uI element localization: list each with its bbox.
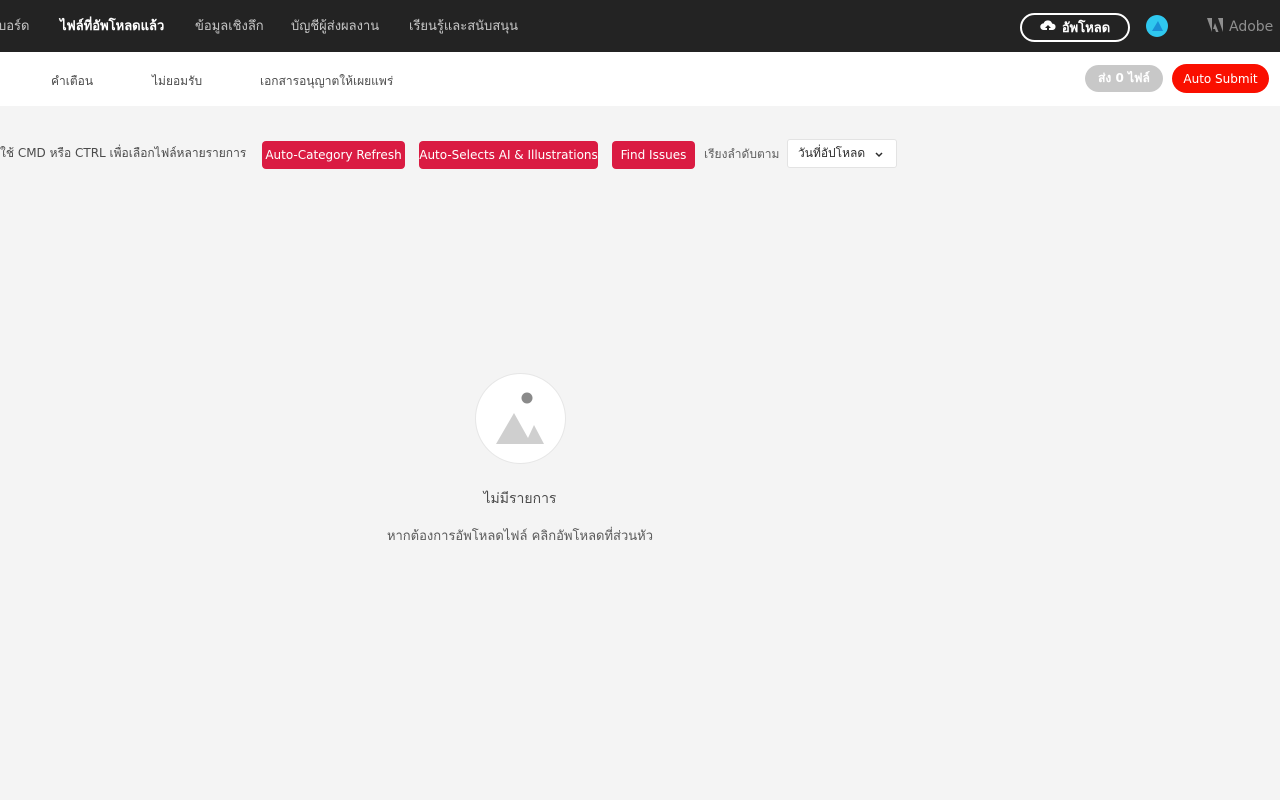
multi-select-hint: ใช้ CMD หรือ CTRL เพื่อเลือกไฟล์หลายรายก… — [0, 146, 247, 160]
nav-item-learn-support[interactable]: เรียนรู้และสนับสนุน — [409, 18, 518, 36]
adobe-logo[interactable]: Adobe — [1207, 18, 1273, 36]
tab-warnings[interactable]: คำเตือน — [51, 73, 93, 89]
empty-state-title: ไม่มีรายการ — [483, 491, 557, 507]
upload-label: อัพโหลด — [1061, 21, 1111, 36]
upload-button[interactable]: อัพโหลด — [1020, 13, 1130, 42]
nav-item-contributor-account[interactable]: บัญชีผู้ส่งผลงาน — [291, 18, 379, 36]
auto-submit-button[interactable]: Auto Submit — [1172, 64, 1269, 93]
nav-item-insights[interactable]: ข้อมูลเชิงลึก — [195, 18, 264, 36]
nav-item-boards[interactable]: บอร์ด — [0, 18, 29, 36]
auto-selects-button[interactable]: Auto-Selects AI & Illustrations — [419, 141, 598, 169]
send-files-button[interactable]: ส่ง 0 ไฟล์ — [1085, 65, 1163, 92]
sub-navigation: คำเตือน ไม่ยอมรับ เอกสารอนุญาตให้เผยแพร่… — [0, 52, 1280, 106]
avatar[interactable] — [1146, 15, 1168, 37]
sort-label: เรียงลำดับตาม — [704, 147, 780, 161]
chevron-down-icon — [875, 147, 883, 161]
sort-value: วันที่อัปโหลด — [798, 146, 866, 160]
tab-rejected[interactable]: ไม่ยอมรับ — [152, 73, 202, 89]
top-navigation: บอร์ด ไฟล์ที่อัพโหลดแล้ว ข้อมูลเชิงลึก บ… — [0, 0, 1280, 52]
cloud-upload-icon — [1040, 19, 1056, 37]
image-placeholder-icon — [475, 373, 566, 464]
sort-dropdown[interactable]: วันที่อัปโหลด — [787, 139, 897, 168]
find-issues-button[interactable]: Find Issues — [612, 141, 695, 169]
tab-release-documents[interactable]: เอกสารอนุญาตให้เผยแพร่ — [260, 73, 393, 89]
nav-item-uploaded-files[interactable]: ไฟล์ที่อัพโหลดแล้ว — [60, 18, 164, 36]
auto-category-refresh-button[interactable]: Auto-Category Refresh — [262, 141, 405, 169]
adobe-logo-icon — [1207, 18, 1223, 36]
adobe-label: Adobe — [1229, 19, 1274, 35]
empty-state-subtitle: หากต้องการอัพโหลดไฟล์ คลิกอัพโหลดที่ส่วน… — [386, 529, 654, 544]
